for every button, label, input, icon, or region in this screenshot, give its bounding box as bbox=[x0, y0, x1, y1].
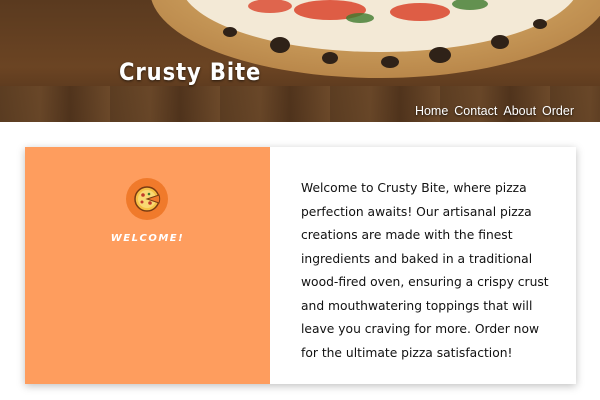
welcome-panel: WELCOME! bbox=[25, 147, 270, 384]
main-nav: Home Contact About Order bbox=[415, 104, 574, 118]
welcome-card: WELCOME! Welcome to Crusty Bite, where p… bbox=[25, 147, 576, 384]
hero-banner: Crusty Bite Home Contact About Order bbox=[0, 0, 600, 122]
nav-about[interactable]: About bbox=[503, 104, 536, 118]
pizza-badge bbox=[126, 178, 168, 220]
nav-home[interactable]: Home bbox=[415, 104, 448, 118]
pizza-icon bbox=[134, 186, 161, 212]
intro-paragraph: Welcome to Crusty Bite, where pizza perf… bbox=[301, 181, 549, 360]
brand-logo[interactable]: Crusty Bite bbox=[119, 58, 261, 86]
nav-order[interactable]: Order bbox=[542, 104, 574, 118]
nav-contact[interactable]: Contact bbox=[454, 104, 497, 118]
welcome-label: WELCOME! bbox=[110, 233, 185, 244]
